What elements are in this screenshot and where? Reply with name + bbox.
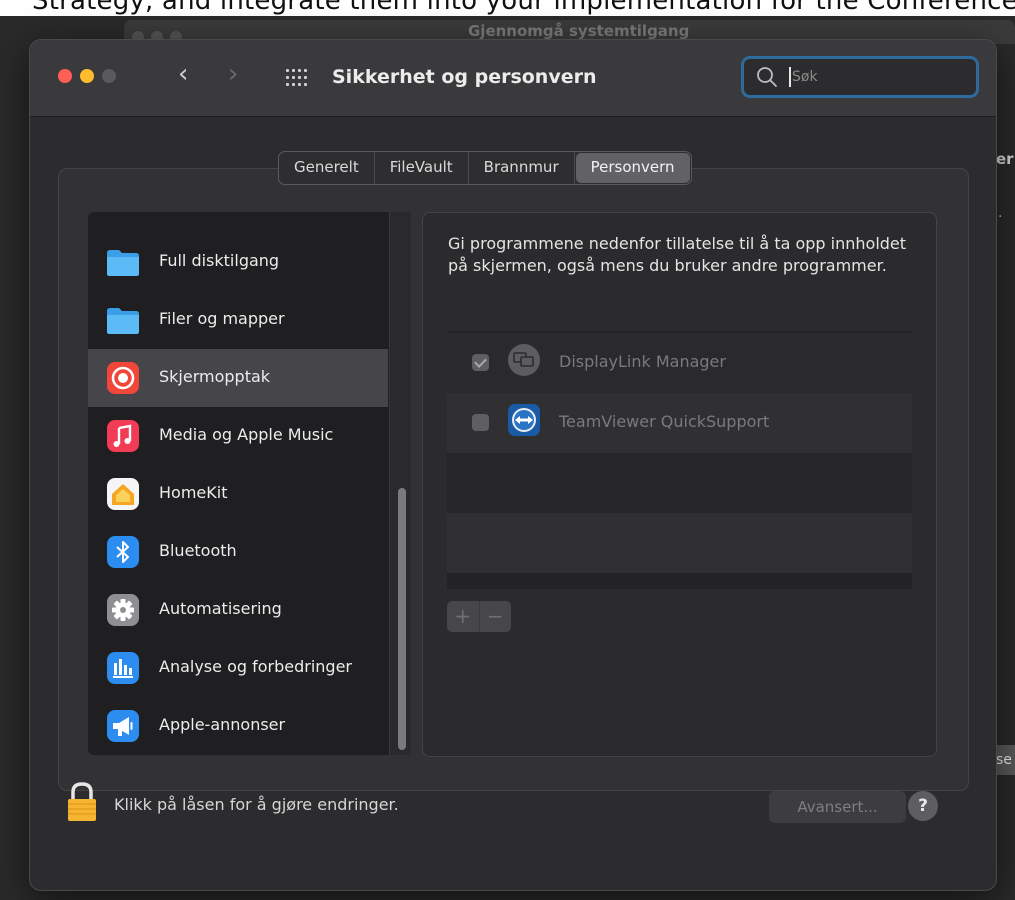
sidebar-item-bluetooth[interactable]: Bluetooth — [88, 523, 388, 581]
folder-icon — [107, 250, 139, 276]
sidebar-item-screen-recording[interactable]: Skjermopptak — [88, 349, 388, 407]
home-icon — [107, 478, 139, 510]
bluetooth-icon — [107, 536, 139, 568]
sidebar-item-label: Full disktilgang — [159, 251, 280, 270]
app-name: DisplayLink Manager — [559, 352, 726, 371]
sidebar-item-label: Apple-annonser — [159, 715, 286, 734]
app-permission-list: DisplayLink Manager TeamViewer QuickSupp… — [447, 331, 912, 589]
screen-recording-icon — [107, 362, 139, 394]
sidebar-item-full-disk-access[interactable]: Full disktilgang — [88, 233, 388, 291]
empty-list-row — [447, 513, 912, 573]
minimize-button[interactable] — [80, 69, 94, 83]
lock-icon[interactable] — [66, 781, 98, 823]
zoom-button[interactable] — [102, 69, 116, 83]
sidebar-item-analytics[interactable]: Analyse og forbedringer — [88, 639, 388, 697]
tab-firewall[interactable]: Brannmur — [469, 152, 575, 184]
window-controls — [58, 69, 116, 83]
advanced-button[interactable]: Avansert... — [769, 791, 906, 823]
close-button[interactable] — [58, 69, 72, 83]
app-name: TeamViewer QuickSupport — [559, 412, 770, 431]
sidebar-item-label: Bluetooth — [159, 541, 237, 560]
sidebar-item-automation[interactable]: Automatisering — [88, 581, 388, 639]
analytics-icon — [107, 652, 139, 684]
sidebar-item-apple-ads[interactable]: Apple-annonser — [88, 697, 388, 755]
add-remove-control: + − — [447, 601, 511, 632]
add-app-button[interactable]: + — [447, 601, 480, 632]
forward-button[interactable]: › — [228, 61, 238, 87]
list-item-displaylink[interactable]: DisplayLink Manager — [447, 333, 912, 393]
background-window-text-2: . — [998, 205, 1003, 221]
sidebar-item-label: Media og Apple Music — [159, 425, 334, 444]
search-icon — [757, 67, 777, 87]
sidebar-item-media-apple-music[interactable]: Media og Apple Music — [88, 407, 388, 465]
screen-recording-panel: Gi programmene nedenfor tillatelse til å… — [422, 212, 937, 757]
empty-list-row — [447, 453, 912, 513]
tab-privacy[interactable]: Personvern — [575, 153, 690, 183]
megaphone-icon — [107, 710, 139, 742]
tab-filevault[interactable]: FileVault — [375, 152, 469, 184]
titlebar: ‹ › Sikkerhet og personvern — [30, 40, 996, 117]
sidebar-item-label: Analyse og forbedringer — [159, 657, 352, 676]
help-button[interactable]: ? — [908, 791, 938, 821]
sidebar-item-label: Skjermopptak — [159, 367, 271, 386]
privacy-category-list: Full disktilgang Filer og mapper Skjermo… — [88, 212, 411, 755]
scrollbar-thumb[interactable] — [398, 488, 406, 750]
teamviewer-app-icon — [508, 404, 540, 436]
lock-hint-text: Klikk på låsen for å gjøre endringer. — [114, 795, 399, 814]
sidebar-item-homekit[interactable]: HomeKit — [88, 465, 388, 523]
displaylink-checkbox[interactable] — [472, 354, 489, 371]
search-input[interactable] — [792, 65, 962, 89]
show-all-grid-icon[interactable] — [286, 69, 308, 87]
permission-description: Gi programmene nedenfor tillatelse til å… — [448, 234, 907, 275]
list-item-teamviewer[interactable]: TeamViewer QuickSupport — [447, 393, 912, 453]
background-window-text: er — [996, 150, 1014, 168]
music-icon — [107, 420, 139, 452]
remove-app-button[interactable]: − — [480, 601, 512, 632]
sidebar-item-label: Filer og mapper — [159, 309, 285, 328]
text-caret — [789, 67, 791, 87]
background-window-title: Gjennomgå systemtilgang — [468, 22, 690, 40]
sidebar-item-label: HomeKit — [159, 483, 228, 502]
background-document-text: Strategy, and integrate them into your i… — [32, 0, 1015, 16]
displaylink-app-icon — [508, 344, 540, 376]
gear-icon — [107, 594, 139, 626]
sidebar-item-files-folders[interactable]: Filer og mapper — [88, 291, 388, 349]
window-title: Sikkerhet og personvern — [332, 66, 597, 88]
sidebar-item-label: Automatisering — [159, 599, 282, 618]
sidebar-scrollbar[interactable] — [389, 212, 411, 755]
folder-icon — [107, 308, 139, 334]
search-field[interactable] — [741, 56, 979, 98]
tab-general[interactable]: Generelt — [279, 152, 375, 184]
teamviewer-checkbox[interactable] — [472, 414, 489, 431]
back-button[interactable]: ‹ — [178, 61, 188, 87]
background-window-button[interactable]: se — [993, 745, 1015, 775]
tab-bar: Generelt FileVault Brannmur Personvern — [278, 151, 692, 185]
